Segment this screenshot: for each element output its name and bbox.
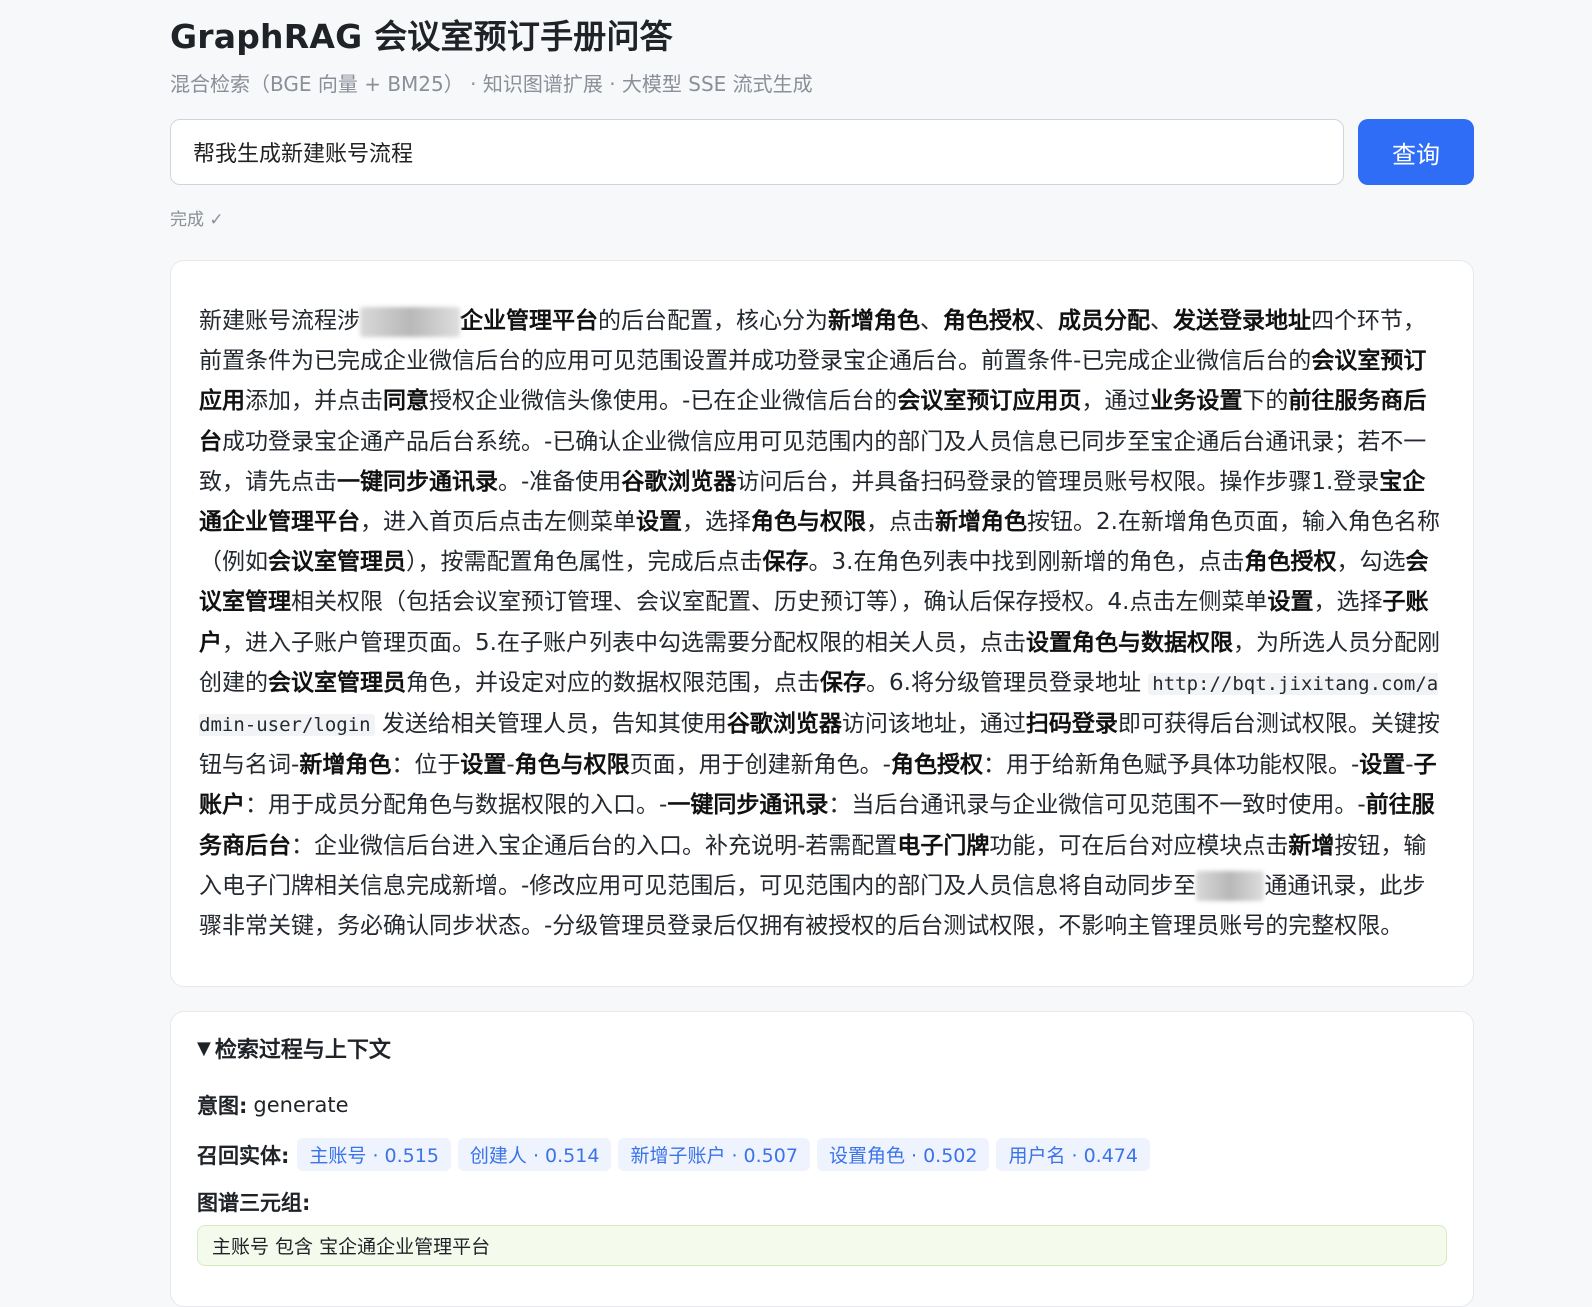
answer-text-segment: ：用于成员分配角色与数据权限的入口。-	[245, 792, 668, 819]
answer-bold-term: 一键同步通讯录	[337, 468, 498, 495]
answer-bold-term: 角色与权限	[751, 509, 866, 536]
answer-bold-term: 扫码登录	[1025, 711, 1118, 738]
retrieval-details: ▼ 检索过程与上下文 意图: generate 召回实体: 主账号 · 0.51…	[170, 1011, 1474, 1307]
answer-bold-term: 新增	[1288, 832, 1335, 859]
answer-bold-term: 同意	[383, 388, 429, 415]
answer-bold-term: 新增角色	[299, 752, 392, 779]
query-bar: 查询	[170, 119, 1474, 185]
answer-text: 新建账号流程涉 企业管理平台的后台配置，核心分为新增角色、角色授权、成员分配、发送…	[199, 301, 1445, 946]
intent-label: 意图:	[197, 1094, 248, 1119]
entity-chip: 用户名 · 0.474	[996, 1138, 1150, 1172]
answer-text-segment: 访问该地址，通过	[841, 711, 1026, 738]
answer-bold-term: 设置	[460, 752, 507, 779]
answer-text-segment: ，选择	[682, 509, 751, 536]
answer-bold-term: 企业管理平台	[460, 308, 598, 334]
answer-text-segment: 、	[920, 308, 943, 334]
answer-text-segment: 角色，并设定对应的数据权限范围，点击	[406, 669, 820, 696]
answer-text-segment: ，勾选	[1336, 549, 1406, 576]
query-button[interactable]: 查询	[1358, 119, 1474, 185]
entity-chip: 主账号 · 0.515	[297, 1138, 451, 1172]
answer-text-segment: 页面，用于创建新角色。-	[629, 752, 891, 779]
answer-bold-term: 电子门牌	[897, 832, 990, 859]
retrieval-summary-label: 检索过程与上下文	[214, 1038, 391, 1064]
answer-text-segment: 添加，并点击	[245, 388, 383, 415]
answer-bold-term: 谷歌浏览器	[621, 468, 737, 495]
answer-bold-term: 新增角色	[828, 308, 920, 334]
redacted-blur	[1196, 871, 1265, 902]
answer-text-segment: ，进入子账户管理页面。5.在子账户列表中勾选需要分配权限的相关人员，点击	[222, 629, 1026, 656]
intent-value: generate	[253, 1093, 349, 1118]
answer-text-segment: ：用于给新角色赋予具体功能权限。-	[982, 752, 1360, 779]
query-input[interactable]	[170, 119, 1344, 185]
page-subtitle: 混合检索（BGE 向量 + BM25） · 知识图谱扩展 · 大模型 SSE 流…	[170, 72, 813, 96]
answer-text-segment: 的后台配置，核心分为	[598, 308, 828, 334]
answer-bold-term: 一键同步通讯录	[667, 792, 829, 819]
answer-card: 新建账号流程涉 企业管理平台的后台配置，核心分为新增角色、角色授权、成员分配、发送…	[170, 260, 1474, 988]
answer-bold-term: 保存	[820, 669, 866, 696]
answer-text-segment: ，点击	[866, 509, 935, 536]
answer-text-segment: 。6.将分级管理员登录地址	[866, 669, 1149, 696]
answer-bold-term: 设置角色与数据权限	[1025, 629, 1233, 656]
answer-bold-term: 角色授权	[943, 308, 1035, 334]
entity-chip: 创建人 · 0.514	[457, 1138, 612, 1172]
answer-text-segment: -	[506, 752, 515, 779]
answer-text-segment: 下的	[1242, 388, 1289, 415]
answer-text-segment: 功能，可在后台对应模块点击	[989, 832, 1289, 859]
answer-text-segment: 、	[1150, 308, 1173, 334]
answer-bold-term: 角色与权限	[514, 752, 630, 779]
answer-bold-term: 角色授权	[890, 752, 983, 779]
answer-text-segment: 。-准备使用	[498, 468, 622, 495]
answer-bold-term: 设置	[636, 509, 682, 536]
answer-bold-term: 会议室管理员	[268, 669, 406, 696]
answer-text-segment: ：位于	[391, 752, 461, 779]
answer-bold-term: 设置	[1359, 752, 1406, 779]
entity-chips: 主账号 · 0.515 创建人 · 0.514 新增子账户 · 0.507 设置…	[297, 1138, 1150, 1172]
page-container: GraphRAG 会议室预订手册问答 混合检索（BGE 向量 + BM25） ·…	[170, 0, 1474, 1307]
answer-bold-term: 发送登录地址	[1173, 308, 1311, 334]
answer-text-segment: ，选择	[1313, 589, 1383, 616]
answer-text-segment: ，通过	[1081, 388, 1151, 415]
answer-bold-term: 设置	[1267, 589, 1314, 616]
intent-row: 意图: generate	[197, 1090, 1447, 1120]
answer-text-segment: 访问后台，并具备扫码登录的管理员账号权限。操作步骤1.登录	[736, 468, 1380, 495]
answer-text-segment: 新建账号流程涉	[199, 308, 360, 334]
answer-bold-term: 保存	[762, 549, 809, 576]
triples-label: 图谱三元组:	[197, 1191, 311, 1216]
triples-row: 图谱三元组:	[197, 1187, 1447, 1217]
page-title: GraphRAG 会议室预订手册问答	[170, 17, 673, 56]
answer-text-segment: 、	[1035, 308, 1058, 334]
retrieval-summary-toggle[interactable]: ▼ 检索过程与上下文	[197, 1032, 1447, 1064]
entity-chip: 新增子账户 · 0.507	[618, 1138, 810, 1172]
answer-bold-term: 谷歌浏览器	[726, 711, 842, 738]
status-text: 完成 ✓	[170, 210, 224, 230]
answer-bold-term: 新增角色	[935, 509, 1027, 536]
answer-text-segment: -	[1405, 752, 1414, 779]
answer-text-segment: ，进入首页后点击左侧菜单	[360, 509, 636, 536]
entity-chip: 设置角色 · 0.502	[816, 1138, 990, 1172]
triple-list: 主账号 包含 宝企通企业管理平台	[197, 1225, 1447, 1267]
answer-text-segment: 授权企业微信头像使用。-已在企业微信后台的	[429, 388, 898, 415]
answer-text-segment: 。3.在角色列表中找到刚新增的角色，点击	[808, 549, 1245, 576]
answer-text-segment: ：企业微信后台进入宝企通后台的入口。补充说明-若需配置	[291, 832, 898, 859]
answer-text-segment: 相关权限（包括会议室预订管理、会议室配置、历史预订等），确认后保存授权。4.点击…	[291, 589, 1268, 616]
answer-bold-term: 会议室预订应用页	[897, 388, 1082, 415]
answer-bold-term: 成员分配	[1058, 308, 1150, 334]
redacted-blur	[360, 306, 460, 337]
entities-label: 召回实体:	[197, 1143, 290, 1168]
answer-text-segment: 发送给相关管理人员，告知其使用	[374, 711, 727, 738]
answer-text-segment: ），按需配置角色属性，完成后点击	[406, 549, 763, 576]
answer-bold-term: 业务设置	[1150, 388, 1243, 415]
answer-bold-term: 角色授权	[1244, 549, 1337, 576]
triangle-down-icon: ▼	[197, 1037, 211, 1059]
entities-row: 召回实体: 主账号 · 0.515 创建人 · 0.514 新增子账户 · 0.…	[197, 1138, 1447, 1172]
triple-item: 主账号 包含 宝企通企业管理平台	[212, 1236, 491, 1259]
answer-bold-term: 会议室管理员	[268, 549, 406, 576]
answer-text-segment: ：当后台通讯录与企业微信可见范围不一致时使用。-	[828, 792, 1366, 819]
